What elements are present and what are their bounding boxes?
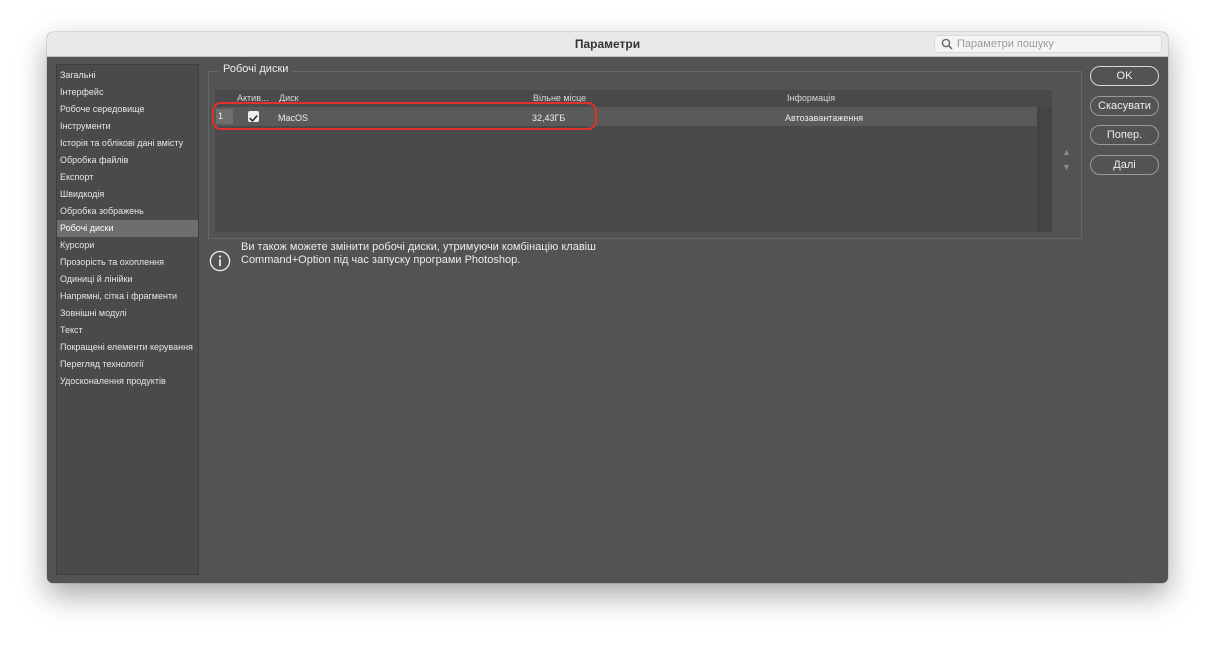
preferences-window: Параметри Загальні Інтерфейс Робоче сере… [47,32,1168,583]
category-sidebar: Загальні Інтерфейс Робоче середовище Інс… [56,64,199,575]
info-line-1: Ви також можете змінити робочі диски, ут… [241,241,596,253]
sidebar-item-file-handling[interactable]: Обробка файлів [57,152,198,169]
red-highlight-annotation [212,102,597,130]
sidebar-item-guides-grid[interactable]: Напрямні, сітка і фрагменти [57,288,198,305]
sidebar-item-history[interactable]: Історія та облікові дані вмісту [57,135,198,152]
sidebar-item-image-processing[interactable]: Обробка зображень [57,203,198,220]
search-input[interactable] [957,36,1157,52]
search-field[interactable] [934,35,1162,53]
sidebar-item-product-improvement[interactable]: Удосконалення продуктів [57,373,198,390]
cancel-button[interactable]: Скасувати [1090,96,1159,116]
group-title: Робочі диски [219,63,293,75]
sidebar-item-general[interactable]: Загальні [57,67,198,84]
table-scrollbar[interactable] [1037,107,1052,232]
sidebar-item-workspace[interactable]: Робоче середовище [57,101,198,118]
info-message: Ви також можете змінити робочі диски, ут… [241,241,596,267]
search-icon [941,38,953,50]
sidebar-item-technology-previews[interactable]: Перегляд технології [57,356,198,373]
move-down-arrow-icon[interactable]: ▼ [1062,162,1071,172]
sidebar-item-type[interactable]: Текст [57,322,198,339]
move-up-arrow-icon[interactable]: ▲ [1062,147,1071,157]
info-value: Автозавантаження [785,113,864,123]
column-header-info[interactable]: Інформація [787,93,835,103]
sidebar-item-export[interactable]: Експорт [57,169,198,186]
info-icon [209,250,231,272]
ok-button[interactable]: OK [1090,66,1159,86]
info-line-2: Command+Option під час запуску програми … [241,254,521,266]
sidebar-item-units-rulers[interactable]: Одиниці й лінійки [57,271,198,288]
sidebar-item-performance[interactable]: Швидкодія [57,186,198,203]
sidebar-item-scratch-disks[interactable]: Робочі диски [57,220,198,237]
sidebar-item-transparency[interactable]: Прозорість та охоплення [57,254,198,271]
sidebar-item-enhanced-controls[interactable]: Покращені елементи керування [57,339,198,356]
previous-button[interactable]: Попер. [1090,125,1159,145]
title-bar: Параметри [47,32,1168,57]
sidebar-item-plugins[interactable]: Зовнішні модулі [57,305,198,322]
sidebar-item-cursors[interactable]: Курсори [57,237,198,254]
sidebar-item-interface[interactable]: Інтерфейс [57,84,198,101]
next-button[interactable]: Далі [1090,155,1159,175]
sidebar-item-tools[interactable]: Інструменти [57,118,198,135]
